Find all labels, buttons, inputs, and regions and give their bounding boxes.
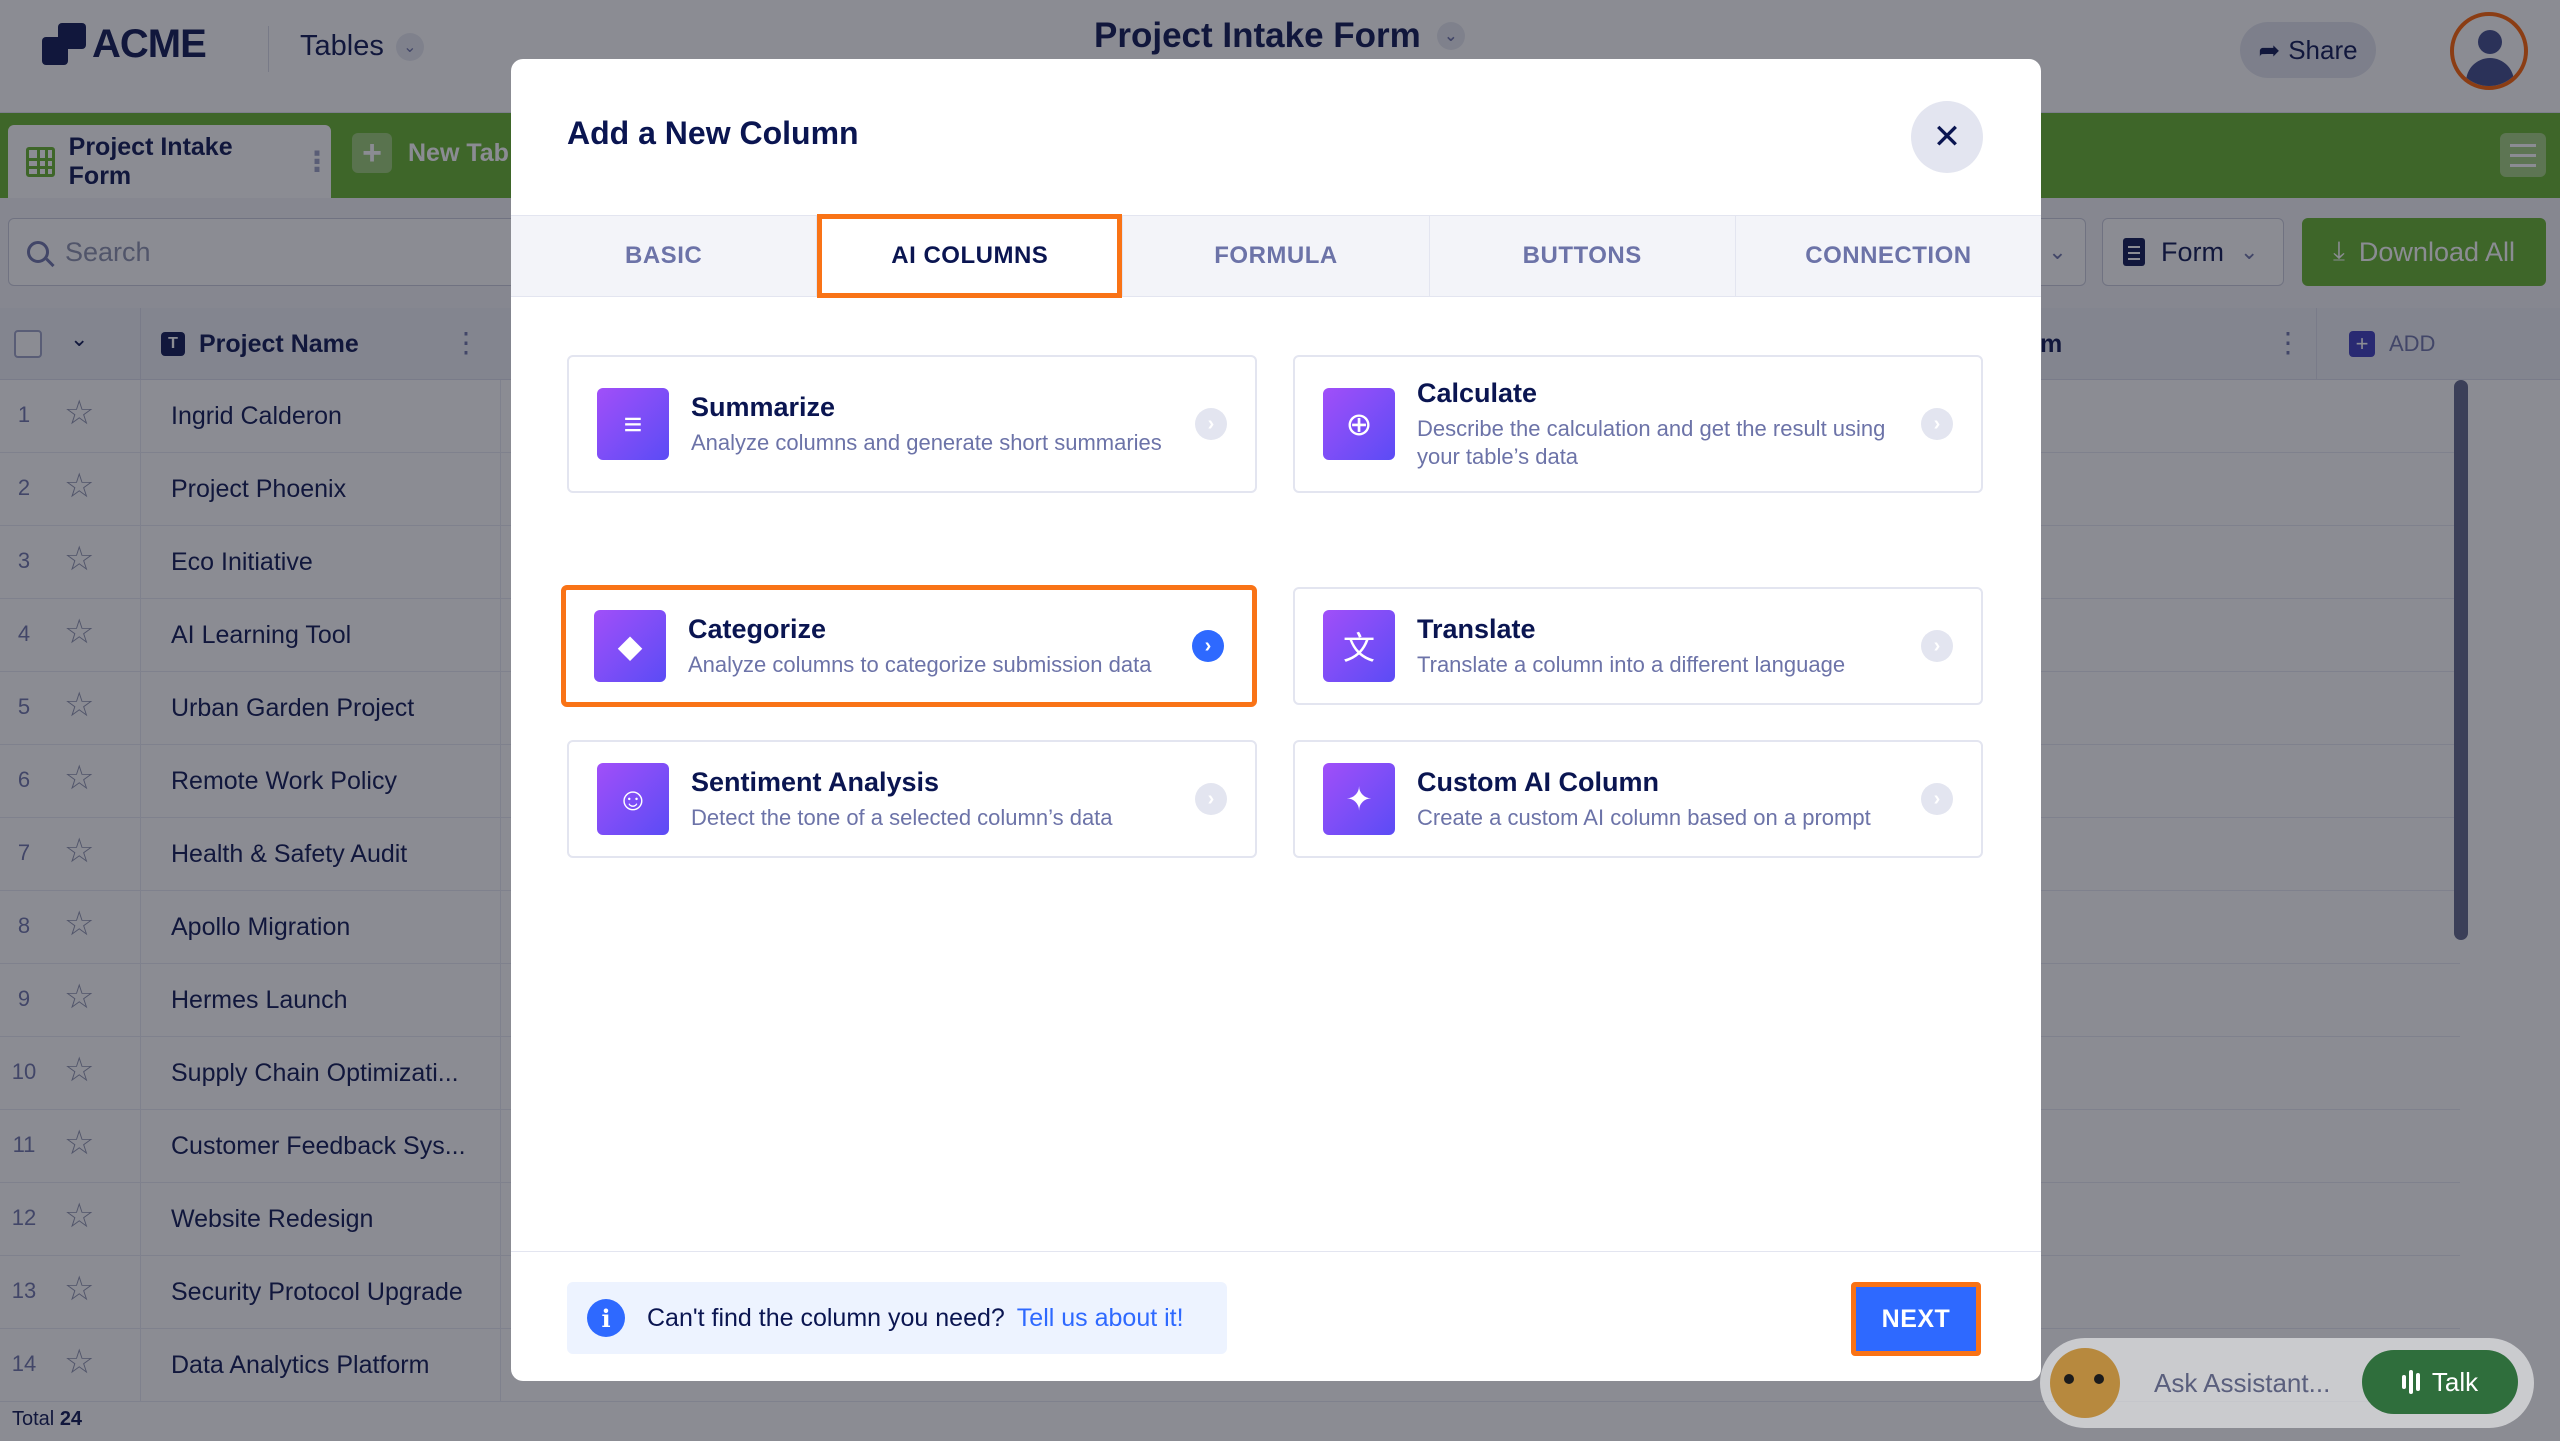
feedback-hint: i Can't find the column you need? Tell u… — [567, 1282, 1227, 1354]
card-description: Analyze columns and generate short summa… — [691, 429, 1162, 455]
translate-icon: 文 — [1323, 610, 1395, 682]
card-sentiment-analysis[interactable]: ☺ Sentiment Analysis Detect the tone of … — [567, 740, 1257, 858]
chevron-right-icon: › — [1195, 783, 1227, 815]
modal-tabs: BASIC AI COLUMNS FORMULA BUTTONS CONNECT… — [511, 214, 2041, 298]
card-custom-ai-column[interactable]: ✦ Custom AI Column Create a custom AI co… — [1293, 740, 1983, 858]
talk-button[interactable]: Talk — [2362, 1350, 2518, 1414]
tab-connection[interactable]: CONNECTION — [1736, 216, 2041, 296]
card-description: Translate a column into a different lang… — [1417, 651, 1846, 677]
card-summarize[interactable]: ≡ Summarize Analyze columns and generate… — [567, 355, 1257, 493]
hint-text: Can't find the column you need? — [647, 1303, 1005, 1332]
card-title: Summarize — [691, 391, 836, 422]
feedback-link[interactable]: Tell us about it! — [1017, 1304, 1184, 1333]
sparkle-icon: ✦ — [1323, 763, 1395, 835]
modal-title: Add a New Column — [567, 115, 859, 151]
card-title: Sentiment Analysis — [691, 766, 940, 797]
assistant-input[interactable]: Ask Assistant... — [2154, 1368, 2330, 1399]
ai-assistant-bar[interactable]: Ask Assistant... Talk — [2040, 1338, 2534, 1428]
card-translate[interactable]: 文 Translate Translate a column into a di… — [1293, 587, 1983, 705]
next-button[interactable]: NEXT — [1851, 1282, 1981, 1356]
tab-basic[interactable]: BASIC — [511, 216, 818, 296]
calculate-icon: ⊕ — [1323, 388, 1395, 460]
card-description: Create a custom AI column based on a pro… — [1417, 804, 1871, 830]
tab-ai-columns[interactable]: AI COLUMNS — [817, 214, 1124, 298]
summarize-icon: ≡ — [597, 388, 669, 460]
card-description: Analyze columns to categorize submission… — [688, 651, 1152, 677]
chevron-right-icon: › — [1921, 783, 1953, 815]
tab-buttons[interactable]: BUTTONS — [1430, 216, 1736, 296]
voice-bars-icon — [2401, 1370, 2420, 1394]
card-calculate[interactable]: ⊕ Calculate Describe the calculation and… — [1293, 355, 1983, 493]
sentiment-icon: ☺ — [597, 763, 669, 835]
info-icon: i — [587, 1299, 625, 1337]
card-title: Translate — [1417, 613, 1536, 644]
tab-formula[interactable]: FORMULA — [1123, 216, 1430, 296]
card-title: Calculate — [1417, 377, 1538, 408]
close-icon[interactable]: ✕ — [1911, 101, 1983, 173]
chevron-right-icon: › — [1195, 408, 1227, 440]
chevron-right-icon: › — [1921, 630, 1953, 662]
chevron-right-icon: › — [1192, 630, 1224, 662]
talk-label: Talk — [2431, 1366, 2479, 1397]
modal-footer: i Can't find the column you need? Tell u… — [511, 1251, 2041, 1381]
card-title: Categorize — [688, 613, 827, 644]
card-description: Detect the tone of a selected column’s d… — [691, 804, 1113, 830]
categorize-icon: ◆ — [594, 610, 666, 682]
assistant-avatar — [2050, 1348, 2120, 1418]
card-title: Custom AI Column — [1417, 766, 1659, 797]
add-column-modal: Add a New Column ✕ BASIC AI COLUMNS FORM… — [511, 59, 2041, 1381]
chevron-right-icon: › — [1921, 408, 1953, 440]
card-description: Describe the calculation and get the res… — [1417, 415, 1886, 469]
card-categorize[interactable]: ◆ Categorize Analyze columns to categori… — [561, 585, 1257, 707]
